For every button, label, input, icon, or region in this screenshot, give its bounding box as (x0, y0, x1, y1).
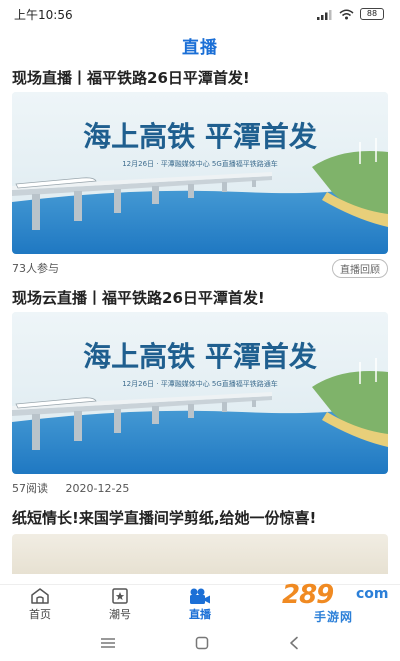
back-icon[interactable] (288, 636, 300, 650)
star-box-icon (112, 588, 128, 604)
replay-badge[interactable]: 直播回顾 (332, 258, 388, 278)
banner-subline: 12月26日 · 平潭融媒体中心 5G直播福平铁路通车 (122, 379, 278, 388)
page-title: 直播 (182, 37, 218, 58)
tab-label: 直播 (189, 608, 211, 621)
participant-count: 73人参与 (12, 262, 59, 275)
card-meta: 73人参与 直播回顾 (12, 254, 388, 282)
signal-icon (317, 9, 332, 20)
tab-live[interactable]: 直播 (160, 587, 240, 622)
watermark-domain: com (356, 586, 389, 602)
card-title[interactable]: 现场云直播丨福平铁路26日平潭首发! (12, 282, 388, 312)
wifi-icon (339, 9, 354, 19)
read-count: 57阅读 (12, 482, 48, 495)
top-header: 直播 (0, 28, 400, 62)
status-icons: 88 (317, 8, 384, 20)
home-icon (31, 588, 49, 604)
system-nav-bar (0, 624, 400, 661)
card-title[interactable]: 现场直播丨福平铁路26日平潭首发! (12, 62, 388, 92)
tab-chaohao[interactable]: 潮号 (80, 587, 160, 622)
list-item[interactable]: 纸短情长!来国学直播间学剪纸,给她一份惊喜! (0, 502, 400, 574)
home-square-icon[interactable] (195, 636, 209, 650)
status-bar: 上午10:56 88 (0, 0, 400, 28)
card-title[interactable]: 纸短情长!来国学直播间学剪纸,给她一份惊喜! (12, 502, 388, 532)
banner-headline: 海上高铁 平潭首发 (83, 340, 317, 373)
banner-headline: 海上高铁 平潭首发 (83, 120, 317, 153)
card-thumbnail[interactable] (12, 534, 388, 574)
status-time: 上午10:56 (14, 7, 73, 22)
tab-label: 潮号 (109, 608, 131, 621)
card-meta: 57阅读 2020-12-25 (12, 474, 388, 502)
site-watermark: 289 com 手游网 (278, 580, 400, 626)
watermark-text: 手游网 (314, 610, 354, 624)
list-item[interactable]: 现场直播丨福平铁路26日平潭首发! 海上高铁 平潭首发 12月26日 · 平潭融… (0, 62, 400, 282)
list-item[interactable]: 现场云直播丨福平铁路26日平潭首发! 海上高铁 平潭首发 12月26日 · 平潭… (0, 282, 400, 502)
tab-home[interactable]: 首页 (0, 587, 80, 622)
video-camera-icon (190, 588, 210, 604)
tab-label: 首页 (29, 608, 51, 621)
watermark-number: 289 (282, 580, 334, 610)
banner-subline: 12月26日 · 平潭融媒体中心 5G直播福平铁路通车 (122, 159, 278, 168)
card-thumbnail[interactable]: 海上高铁 平潭首发 12月26日 · 平潭融媒体中心 5G直播福平铁路通车 (12, 92, 388, 254)
menu-icon[interactable] (100, 637, 116, 649)
battery-icon: 88 (360, 8, 384, 20)
card-thumbnail[interactable]: 海上高铁 平潭首发 12月26日 · 平潭融媒体中心 5G直播福平铁路通车 (12, 312, 388, 474)
live-feed-list[interactable]: 现场直播丨福平铁路26日平潭首发! 海上高铁 平潭首发 12月26日 · 平潭融… (0, 62, 400, 584)
publish-date: 2020-12-25 (65, 482, 130, 495)
